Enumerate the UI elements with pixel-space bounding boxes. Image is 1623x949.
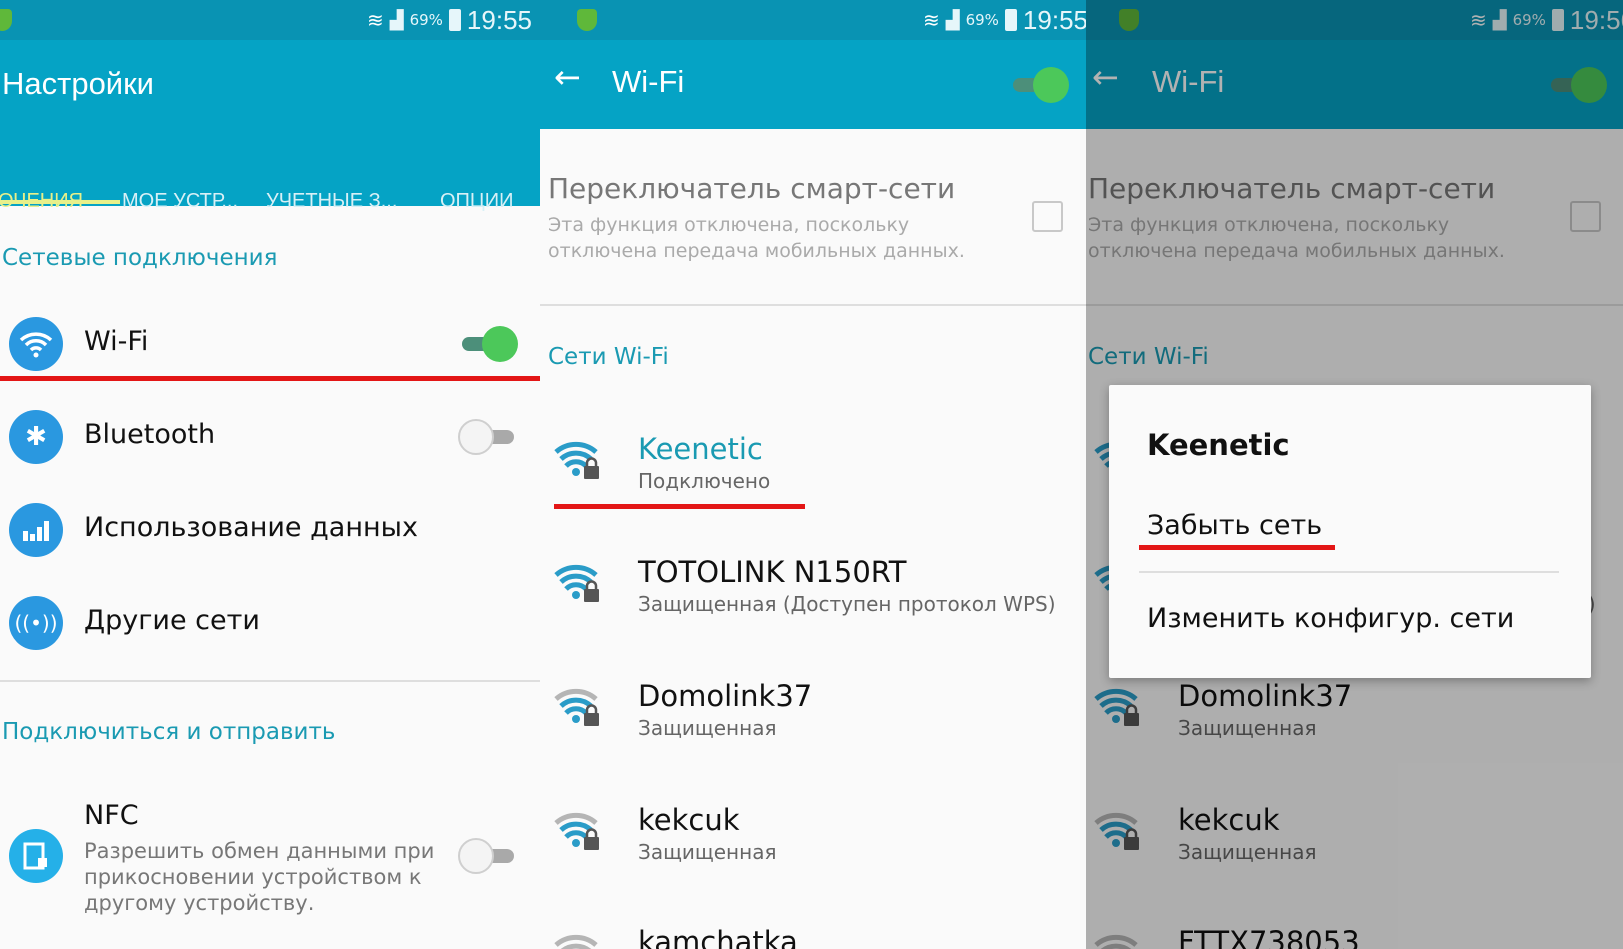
- status-bar: ≋ ▟ 69% 19:55: [0, 0, 540, 40]
- battery-charging-icon: [1004, 9, 1017, 31]
- section-wifi-networks: Сети Wi-Fi: [548, 344, 669, 370]
- security-app-icon: [0, 9, 12, 31]
- setting-label-nfc: NFC: [84, 800, 139, 831]
- wifi-icon: [9, 317, 63, 371]
- highlight-underline: [1139, 545, 1335, 550]
- clock: 19:55: [1022, 4, 1086, 35]
- page-title: Wi-Fi: [612, 64, 685, 99]
- wifi-lock-icon: [554, 933, 602, 949]
- nfc-toggle[interactable]: [458, 836, 518, 876]
- wifi-header: ← Wi-Fi: [540, 40, 1086, 129]
- signal-icon: ▟: [945, 9, 960, 31]
- smart-switch-description: Эта функция отключена, поскольку отключе…: [548, 212, 965, 264]
- status-icons: ≋ ▟ 69% 19:55: [367, 4, 532, 36]
- setting-label-wifi: Wi-Fi: [84, 326, 149, 357]
- bluetooth-toggle[interactable]: [458, 417, 518, 457]
- battery-charging-icon: [448, 9, 461, 31]
- highlight-underline: [554, 504, 805, 509]
- network-status: Подключено: [638, 469, 771, 493]
- tab-options[interactable]: ОПЦИИ: [440, 190, 513, 213]
- battery-percent: 69%: [965, 11, 999, 29]
- bluetooth-icon: ✱: [9, 410, 63, 464]
- nfc-desc-line: прикосновении устройством к: [84, 865, 422, 889]
- network-name: kamchatka: [638, 925, 798, 949]
- wifi-toggle[interactable]: [458, 324, 518, 364]
- section-divider: [540, 304, 1086, 306]
- dialog-title: Keenetic: [1147, 428, 1290, 462]
- tab-my-device[interactable]: МОЕ УСТР...: [122, 190, 238, 213]
- section-network-connections: Сетевые подключения: [2, 245, 278, 271]
- data-usage-icon: [9, 503, 63, 557]
- section-connect-share: Подключиться и отправить: [2, 719, 336, 745]
- network-name: Keenetic: [638, 432, 763, 466]
- nfc-icon: [9, 829, 63, 883]
- battery-percent: 69%: [409, 11, 443, 29]
- forget-network-option[interactable]: Забыть сеть: [1147, 510, 1322, 541]
- nfc-description: Разрешить обмен данными при прикосновени…: [84, 838, 434, 916]
- setting-label-bluetooth: Bluetooth: [84, 419, 216, 450]
- wifi-panel-dialog: ≋ ▟ 69% 19:56 ← Wi-Fi Переключатель смар…: [1086, 0, 1623, 949]
- smart-switch-title: Переключатель смарт-сети: [548, 172, 956, 205]
- back-arrow-icon[interactable]: ←: [554, 58, 581, 96]
- status-bar: ≋ ▟ 69% 19:55: [540, 0, 1086, 40]
- setting-label-other-networks: Другие сети: [84, 605, 260, 636]
- network-status: Защищенная (Доступен протокол WPS): [638, 592, 1056, 616]
- settings-panel: ≋ ▟ 69% 19:55 Настройки ОЧЕНИЯ МОЕ УСТР.…: [0, 0, 540, 949]
- wifi-panel: ≋ ▟ 69% 19:55 ← Wi-Fi Переключатель смар…: [540, 0, 1086, 949]
- dialog-divider: [1139, 571, 1559, 573]
- wifi-lock-icon: [554, 687, 602, 731]
- network-options-dialog: Keenetic Забыть сеть Изменить конфигур. …: [1109, 385, 1591, 678]
- page-title: Настройки: [2, 66, 155, 101]
- settings-header: Настройки ОЧЕНИЯ МОЕ УСТР... УЧЕТНЫЕ З..…: [0, 40, 540, 212]
- setting-label-data-usage: Использование данных: [84, 512, 418, 543]
- wifi-lock-icon: [554, 811, 602, 855]
- security-app-icon: [577, 9, 597, 31]
- wifi-status-icon: ≋: [366, 8, 384, 32]
- section-divider: [0, 680, 540, 682]
- network-name: Domolink37: [638, 679, 813, 713]
- modify-network-option[interactable]: Изменить конфигур. сети: [1147, 603, 1514, 634]
- smart-switch-checkbox[interactable]: [1032, 201, 1063, 232]
- desc-line: Эта функция отключена, поскольку: [548, 214, 910, 236]
- wifi-lock-icon: [554, 440, 602, 484]
- other-networks-icon: ((•)): [9, 596, 63, 650]
- tab-accounts[interactable]: УЧЕТНЫЕ З...: [266, 190, 397, 213]
- signal-icon: ▟: [389, 9, 404, 31]
- network-status: Защищенная: [638, 840, 777, 864]
- clock: 19:55: [466, 4, 532, 35]
- network-name: TOTOLINK N150RT: [638, 555, 907, 589]
- network-name: kekcuk: [638, 803, 740, 837]
- nfc-desc-line: Разрешить обмен данными при: [84, 839, 435, 863]
- status-icons: ≋ ▟ 69% 19:55: [923, 4, 1086, 36]
- active-tab-indicator: [0, 200, 120, 204]
- wifi-status-icon: ≋: [922, 8, 940, 32]
- highlight-underline: [0, 376, 540, 381]
- network-status: Защищенная: [638, 716, 777, 740]
- nfc-desc-line: другому устройству.: [84, 891, 315, 915]
- wifi-lock-icon: [554, 563, 602, 607]
- wifi-master-toggle[interactable]: [1009, 65, 1069, 105]
- desc-line: отключена передача мобильных данных.: [548, 240, 965, 262]
